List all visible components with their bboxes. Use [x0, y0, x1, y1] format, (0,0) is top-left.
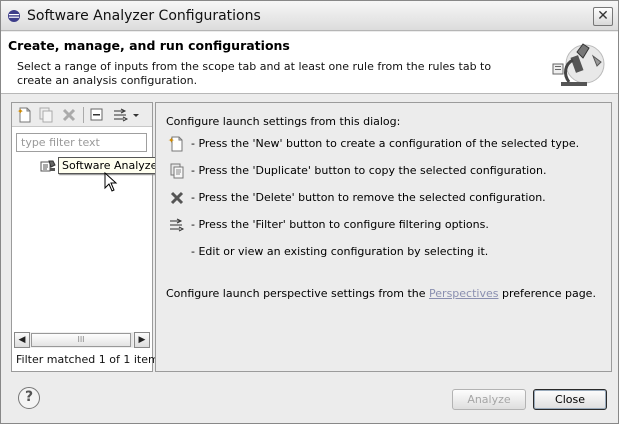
instruction-text: - Press the 'Delete' button to remove th… — [191, 191, 546, 204]
perspective-suffix: preference page. — [498, 287, 596, 300]
close-button[interactable]: Close — [533, 389, 607, 410]
config-toolbar: ✦ — [12, 103, 152, 127]
horizontal-scrollbar[interactable]: ◀ III ▶ — [14, 332, 150, 348]
instruction-filter: - Press the 'Filter' button to configure… — [168, 216, 608, 234]
configuration-list-panel: ✦ type filter text Software Analyzer ◀ I… — [11, 102, 166, 372]
filter-icon[interactable] — [112, 106, 130, 124]
instruction-new: ✦ - Press the 'New' button to create a c… — [168, 135, 608, 153]
duplicate-icon — [170, 163, 184, 179]
eclipse-icon — [8, 10, 20, 22]
filter-status-text: Filter matched 1 of 1 items — [16, 353, 165, 366]
duplicate-icon[interactable] — [37, 106, 55, 124]
scroll-thumb[interactable]: III — [31, 333, 131, 347]
analyze-button[interactable]: Analyze — [452, 389, 526, 410]
window-title: Software Analyzer Configurations — [27, 8, 261, 24]
svg-text:✦: ✦ — [17, 107, 24, 116]
software-analyzer-icon — [40, 160, 56, 172]
instruction-edit: - Edit or view an existing configuration… — [168, 243, 608, 261]
instruction-delete: - Press the 'Delete' button to remove th… — [168, 189, 608, 207]
new-config-icon[interactable]: ✦ — [16, 106, 34, 124]
scroll-track[interactable]: III — [31, 333, 133, 347]
svg-text:✦: ✦ — [168, 136, 175, 145]
perspective-prefix: Configure launch perspective settings fr… — [166, 287, 430, 300]
intro-text: Configure launch settings from this dial… — [166, 115, 401, 128]
dialog-window: Software Analyzer Configurations ✕ Creat… — [0, 0, 619, 424]
title-bar: Software Analyzer Configurations ✕ — [1, 1, 618, 31]
delete-icon — [170, 191, 184, 205]
mouse-cursor-icon — [104, 172, 118, 192]
header-description: Select a range of inputs from the scope … — [17, 60, 492, 87]
delete-icon[interactable] — [60, 106, 78, 124]
help-button[interactable]: ? — [18, 387, 40, 409]
launch-settings-panel: Configure launch settings from this dial… — [155, 102, 612, 372]
perspectives-link[interactable]: Perspectives — [429, 287, 498, 300]
filter-input[interactable] — [16, 133, 147, 152]
instruction-text: - Press the 'Duplicate' button to copy t… — [191, 164, 547, 177]
scroll-right-button[interactable]: ▶ — [134, 332, 150, 348]
perspective-settings-text: Configure launch perspective settings fr… — [166, 287, 596, 300]
scroll-left-button[interactable]: ◀ — [14, 332, 30, 348]
header-title: Create, manage, and run configurations — [8, 38, 290, 53]
instruction-duplicate: - Press the 'Duplicate' button to copy t… — [168, 162, 608, 180]
instruction-text: - Press the 'Filter' button to configure… — [191, 218, 489, 231]
instruction-text: - Edit or view an existing configuration… — [191, 245, 489, 258]
toolbar-separator — [83, 107, 84, 123]
close-window-button[interactable]: ✕ — [593, 7, 613, 26]
dialog-header: Create, manage, and run configurations S… — [1, 32, 618, 94]
microscope-icon — [552, 43, 605, 86]
collapse-all-icon[interactable] — [88, 106, 106, 124]
instruction-text: - Press the 'New' button to create a con… — [191, 137, 580, 150]
new-config-icon: ✦ — [168, 136, 183, 152]
filter-icon — [170, 218, 185, 232]
chevron-down-icon[interactable] — [131, 106, 141, 124]
